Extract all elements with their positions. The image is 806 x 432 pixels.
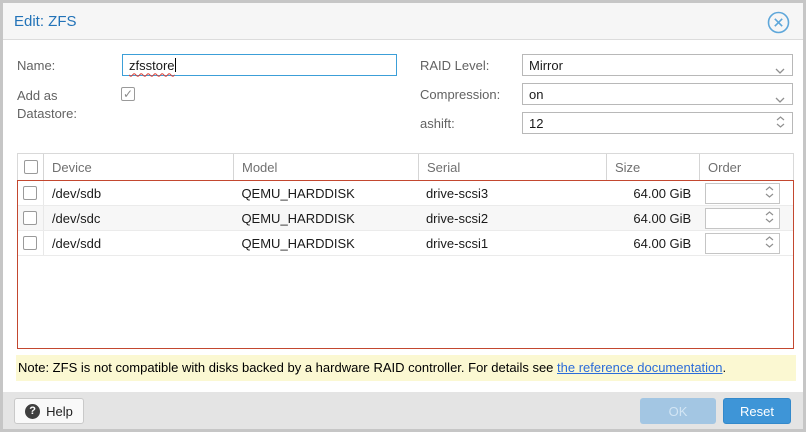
size-cell: 64.00 GiB xyxy=(605,231,698,255)
order-spinner[interactable] xyxy=(705,183,780,204)
chevron-down-icon xyxy=(775,62,785,77)
model-cell: QEMU_HARDDISK xyxy=(233,231,418,255)
serial-cell: drive-scsi2 xyxy=(418,206,606,230)
chevron-down-icon xyxy=(775,91,785,106)
zfs-note: Note: ZFS is not compatible with disks b… xyxy=(16,355,796,381)
add-datastore-label: Add as Datastore: xyxy=(17,87,112,123)
ashift-label: ashift: xyxy=(420,116,455,131)
chevron-down-icon xyxy=(765,218,774,223)
size-cell: 64.00 GiB xyxy=(605,206,698,230)
raid-level-select[interactable]: Mirror xyxy=(522,54,793,76)
spinner-up-down-icons[interactable] xyxy=(765,186,774,198)
chevron-up-icon xyxy=(765,211,774,216)
name-input[interactable]: zfsstore xyxy=(122,54,397,76)
chevron-up-icon xyxy=(765,236,774,241)
dialog-footer: ? Help OK Reset xyxy=(3,392,803,429)
spinner-up-down-icons[interactable] xyxy=(765,211,774,223)
column-header-model[interactable]: Model xyxy=(234,154,419,180)
ashift-value: 12 xyxy=(529,116,543,131)
row-checkbox[interactable] xyxy=(23,211,37,225)
question-mark-icon: ? xyxy=(25,404,40,419)
device-cell: /dev/sdd xyxy=(44,231,234,255)
row-checkbox-cell xyxy=(18,206,44,230)
name-input-value: zfsstore xyxy=(129,58,175,73)
device-cell: /dev/sdc xyxy=(44,206,234,230)
disk-table-header: Device Model Serial Size Order xyxy=(17,153,794,180)
column-header-device[interactable]: Device xyxy=(44,154,234,180)
order-cell xyxy=(698,231,793,255)
help-button-label: Help xyxy=(46,404,73,419)
raid-level-value: Mirror xyxy=(529,58,563,73)
note-suffix: . xyxy=(723,360,727,375)
note-text: Note: ZFS is not compatible with disks b… xyxy=(18,360,557,375)
text-caret xyxy=(175,58,176,72)
reset-button[interactable]: Reset xyxy=(723,398,791,424)
model-cell: QEMU_HARDDISK xyxy=(233,206,418,230)
order-spinner[interactable] xyxy=(705,208,780,229)
row-checkbox[interactable] xyxy=(23,186,37,200)
table-row[interactable]: /dev/sdb QEMU_HARDDISK drive-scsi3 64.00… xyxy=(18,181,793,206)
raid-level-label: RAID Level: xyxy=(420,58,489,73)
chevron-up-icon xyxy=(776,116,785,121)
device-cell: /dev/sdb xyxy=(44,181,234,205)
order-cell xyxy=(698,206,793,230)
column-header-order[interactable]: Order xyxy=(700,154,793,180)
spinner-up-down-icons[interactable] xyxy=(765,236,774,248)
compression-select[interactable]: on xyxy=(522,83,793,105)
close-icon[interactable] xyxy=(766,10,790,34)
name-label: Name: xyxy=(17,58,55,73)
dialog-titlebar: Edit: ZFS xyxy=(3,3,803,40)
reference-documentation-link[interactable]: the reference documentation xyxy=(557,360,723,375)
ok-button-label: OK xyxy=(669,404,688,419)
edit-zfs-dialog: Edit: ZFS Name: zfsstore Add as Datastor… xyxy=(0,0,806,432)
table-row[interactable]: /dev/sdd QEMU_HARDDISK drive-scsi1 64.00… xyxy=(18,231,793,256)
select-all-header-cell[interactable] xyxy=(18,154,44,180)
dialog-title: Edit: ZFS xyxy=(14,13,77,30)
row-checkbox-cell xyxy=(18,231,44,255)
column-header-serial[interactable]: Serial xyxy=(419,154,607,180)
checkmark-icon: ✓ xyxy=(123,87,133,101)
help-button[interactable]: ? Help xyxy=(14,398,84,424)
reset-button-label: Reset xyxy=(740,404,774,419)
model-cell: QEMU_HARDDISK xyxy=(233,181,418,205)
chevron-down-icon xyxy=(765,243,774,248)
select-all-checkbox[interactable] xyxy=(24,160,38,174)
disk-table-body: /dev/sdb QEMU_HARDDISK drive-scsi3 64.00… xyxy=(17,180,794,349)
column-header-size[interactable]: Size xyxy=(607,154,700,180)
chevron-up-icon xyxy=(765,186,774,191)
row-checkbox-cell xyxy=(18,181,44,205)
serial-cell: drive-scsi3 xyxy=(418,181,606,205)
order-spinner[interactable] xyxy=(705,233,780,254)
spinner-up-down-icons[interactable] xyxy=(776,116,785,128)
chevron-down-icon xyxy=(776,123,785,128)
compression-label: Compression: xyxy=(420,87,500,102)
ok-button[interactable]: OK xyxy=(640,398,716,424)
add-datastore-checkbox[interactable]: ✓ xyxy=(121,87,135,101)
table-row[interactable]: /dev/sdc QEMU_HARDDISK drive-scsi2 64.00… xyxy=(18,206,793,231)
serial-cell: drive-scsi1 xyxy=(418,231,606,255)
chevron-down-icon xyxy=(765,193,774,198)
compression-value: on xyxy=(529,87,543,102)
size-cell: 64.00 GiB xyxy=(605,181,698,205)
row-checkbox[interactable] xyxy=(23,236,37,250)
ashift-spinner[interactable]: 12 xyxy=(522,112,793,134)
order-cell xyxy=(698,181,793,205)
